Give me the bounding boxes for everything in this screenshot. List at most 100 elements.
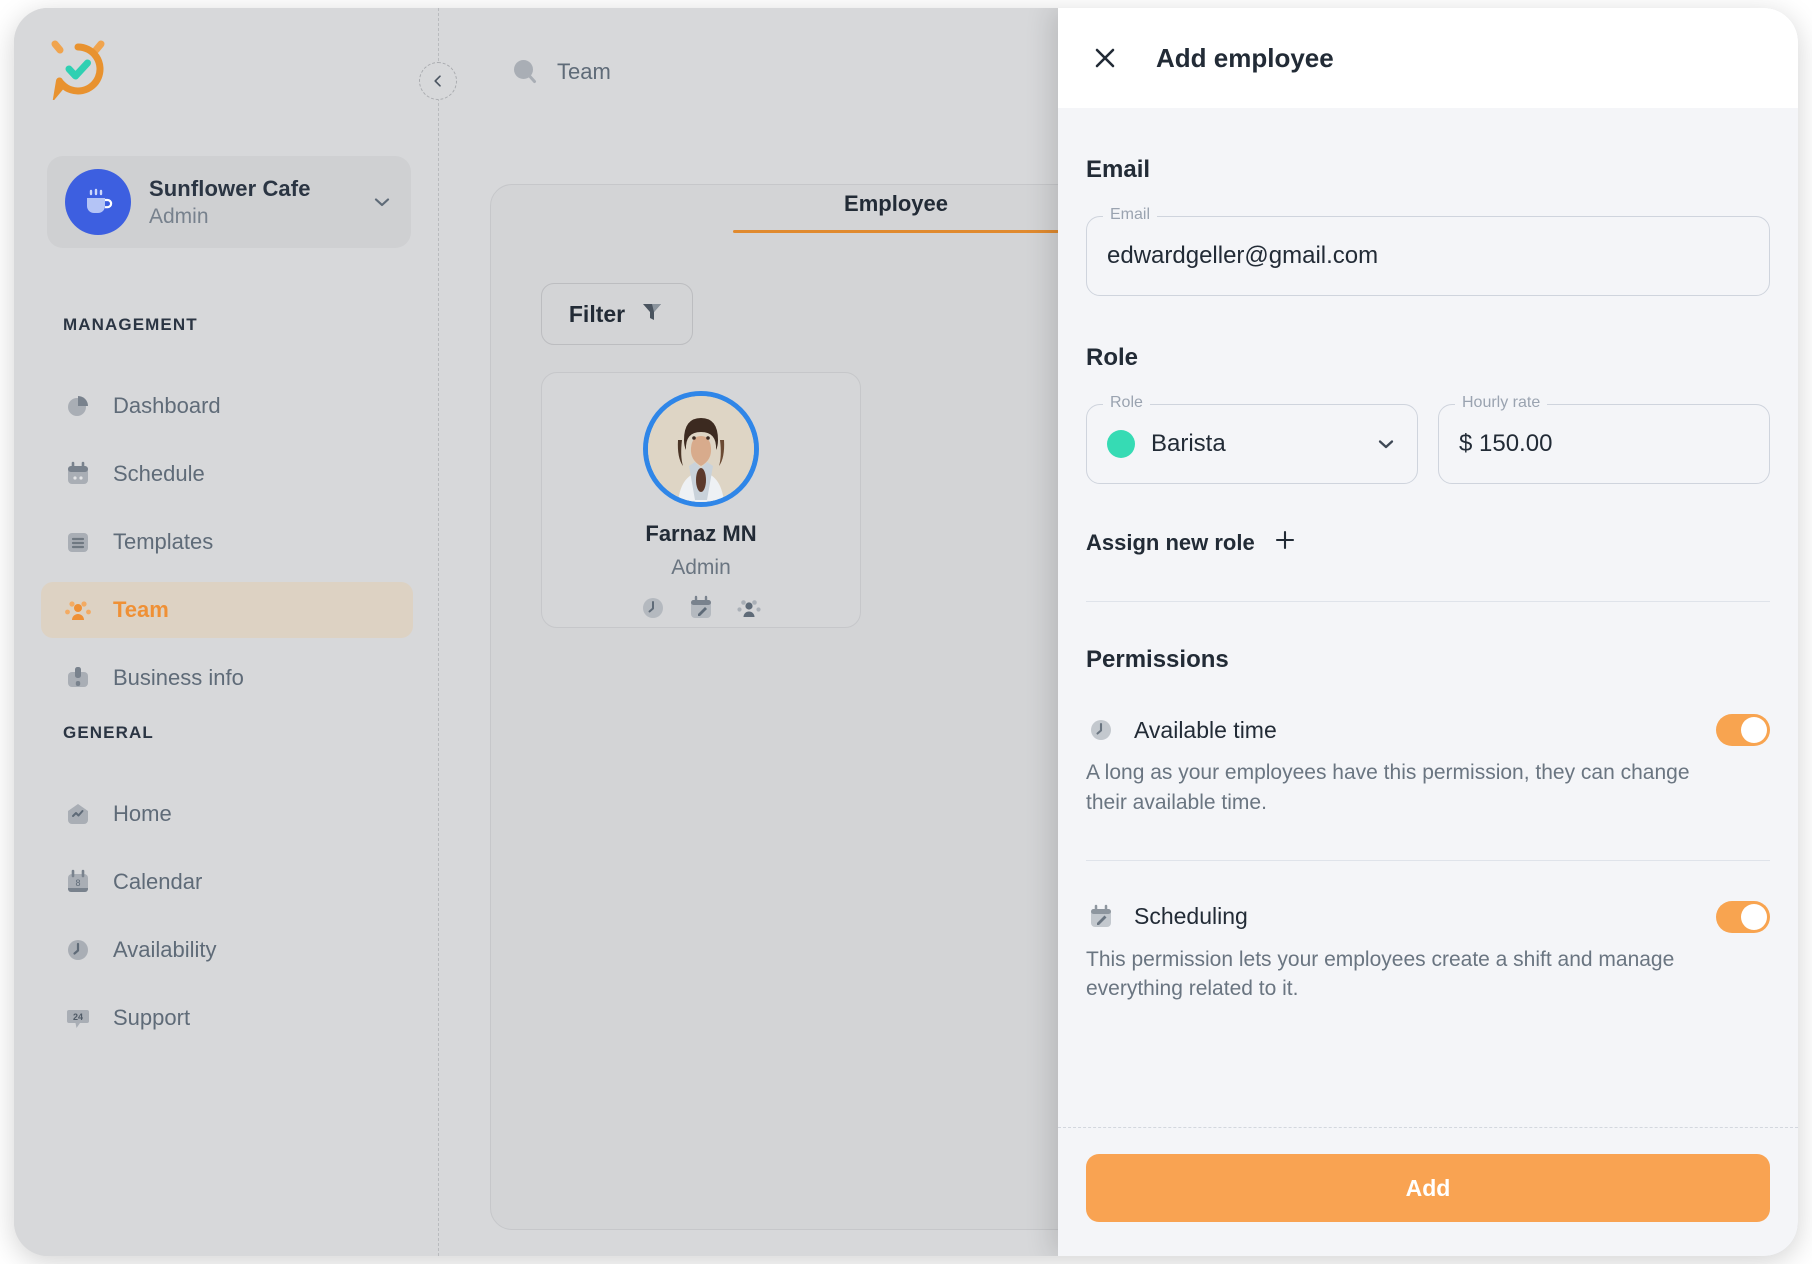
drawer-footer: Add	[1058, 1127, 1798, 1256]
role-color-dot	[1107, 430, 1135, 458]
app-window: Sunflower Cafe Admin MANAGEMENT Dashboar…	[14, 8, 1798, 1256]
pie-chart-icon	[63, 391, 93, 421]
sidebar-item-label: Templates	[113, 529, 213, 555]
sidebar-section-management: MANAGEMENT	[63, 315, 198, 335]
calendar-edit-icon	[1086, 902, 1116, 932]
role-row: Role Barista Hourly rate $ 150.00	[1086, 404, 1770, 484]
hourly-rate-value: $ 150.00	[1459, 430, 1552, 458]
permission-header: Available time	[1086, 714, 1770, 746]
calendar-edit-icon[interactable]	[687, 594, 715, 622]
employee-role: Admin	[671, 556, 731, 580]
assign-new-role-button[interactable]: Assign new role	[1086, 528, 1770, 557]
permission-available-time: Available time A long as your employees …	[1086, 714, 1770, 818]
email-section-heading: Email	[1086, 156, 1770, 184]
permission-description: A long as your employees have this permi…	[1086, 758, 1706, 818]
sidebar-item-team[interactable]: Team	[41, 582, 413, 638]
permission-label: Scheduling	[1134, 903, 1248, 930]
clock-icon	[63, 935, 93, 965]
employee-card-actions	[639, 594, 763, 622]
sidebar-item-label: Business info	[113, 665, 244, 691]
role-select[interactable]: Role Barista	[1086, 404, 1418, 484]
hourly-rate-field[interactable]: Hourly rate $ 150.00	[1438, 404, 1770, 484]
sidebar-item-label: Schedule	[113, 461, 205, 487]
clock-icon[interactable]	[639, 594, 667, 622]
briefcase-icon	[63, 663, 93, 693]
sidebar-item-business-info[interactable]: Business info	[41, 650, 413, 706]
team-people-icon[interactable]	[735, 594, 763, 622]
add-button[interactable]: Add	[1086, 1154, 1770, 1222]
email-field[interactable]: Email edwardgeller@gmail.com	[1086, 216, 1770, 296]
chevron-down-icon[interactable]	[1375, 433, 1397, 455]
drawer-body: Email Email edwardgeller@gmail.com Role …	[1058, 108, 1798, 1127]
sidebar-item-support[interactable]: 24 Support	[41, 990, 413, 1046]
divider	[1086, 860, 1770, 861]
team-people-icon	[63, 595, 93, 625]
coffee-cup-icon	[81, 185, 115, 219]
svg-text:24: 24	[73, 1012, 83, 1022]
filter-funnel-icon	[639, 299, 665, 330]
sidebar-item-templates[interactable]: Templates	[41, 514, 413, 570]
avatar	[643, 391, 759, 507]
app-logo-icon	[47, 38, 109, 100]
clock-icon	[1086, 715, 1116, 745]
org-role: Admin	[149, 205, 371, 229]
role-section-heading: Role	[1086, 344, 1770, 372]
breadcrumb-label: Team	[557, 59, 611, 85]
breadcrumb: Team	[509, 56, 611, 88]
sidebar-divider	[438, 8, 439, 1256]
collapse-sidebar-button[interactable]	[419, 62, 457, 100]
toggle-knob	[1741, 904, 1767, 930]
permission-scheduling: Scheduling This permission lets your emp…	[1086, 901, 1770, 1005]
sidebar-item-calendar[interactable]: 8 Calendar	[41, 854, 413, 910]
add-employee-drawer: Add employee Email Email edwardgeller@gm…	[1058, 8, 1798, 1256]
role-field-label: Role	[1103, 394, 1150, 412]
divider	[1086, 601, 1770, 602]
sidebar-item-dashboard[interactable]: Dashboard	[41, 378, 413, 434]
chevron-down-icon[interactable]	[371, 191, 393, 213]
plus-icon	[1273, 528, 1297, 557]
trending-home-icon	[63, 799, 93, 829]
org-name: Sunflower Cafe	[149, 176, 371, 202]
sidebar-section-general: GENERAL	[63, 723, 154, 743]
toggle-knob	[1741, 717, 1767, 743]
svg-text:8: 8	[75, 878, 80, 888]
assign-new-role-label: Assign new role	[1086, 530, 1255, 556]
list-lines-icon	[63, 527, 93, 557]
sidebar-item-label: Home	[113, 801, 172, 827]
sidebar-item-label: Calendar	[113, 869, 202, 895]
email-field-label: Email	[1103, 206, 1157, 224]
search-circle-icon	[509, 56, 541, 88]
support-24-icon: 24	[63, 1003, 93, 1033]
tab-employee[interactable]: Employee	[731, 191, 1061, 217]
sidebar-item-schedule[interactable]: Schedule	[41, 446, 413, 502]
sidebar-item-label: Dashboard	[113, 393, 221, 419]
permissions-section-heading: Permissions	[1086, 646, 1770, 674]
drawer-title: Add employee	[1156, 43, 1334, 74]
filter-button-label: Filter	[569, 301, 625, 328]
drawer-header: Add employee	[1058, 8, 1798, 108]
close-icon[interactable]	[1090, 43, 1120, 73]
employee-name: Farnaz MN	[645, 521, 756, 547]
avatar	[65, 169, 131, 235]
tab-active-indicator	[733, 230, 1059, 233]
sidebar: Sunflower Cafe Admin MANAGEMENT Dashboar…	[14, 8, 438, 1256]
org-switcher[interactable]: Sunflower Cafe Admin	[47, 156, 411, 248]
permission-toggle[interactable]	[1716, 714, 1770, 746]
sidebar-item-availability[interactable]: Availability	[41, 922, 413, 978]
role-value: Barista	[1151, 430, 1226, 458]
permission-description: This permission lets your employees crea…	[1086, 945, 1706, 1005]
permission-toggle[interactable]	[1716, 901, 1770, 933]
permission-header: Scheduling	[1086, 901, 1770, 933]
calendar-day-8-icon: 8	[63, 867, 93, 897]
sidebar-item-home[interactable]: Home	[41, 786, 413, 842]
sidebar-item-label: Team	[113, 597, 169, 623]
chevron-left-icon	[430, 73, 446, 89]
permission-label: Available time	[1134, 717, 1277, 744]
employee-card[interactable]: Farnaz MN Admin	[541, 372, 861, 628]
calendar-icon	[63, 459, 93, 489]
filter-button[interactable]: Filter	[541, 283, 693, 345]
email-field-value: edwardgeller@gmail.com	[1107, 242, 1378, 270]
sidebar-item-label: Availability	[113, 937, 217, 963]
hourly-rate-label: Hourly rate	[1455, 394, 1547, 412]
sidebar-item-label: Support	[113, 1005, 190, 1031]
